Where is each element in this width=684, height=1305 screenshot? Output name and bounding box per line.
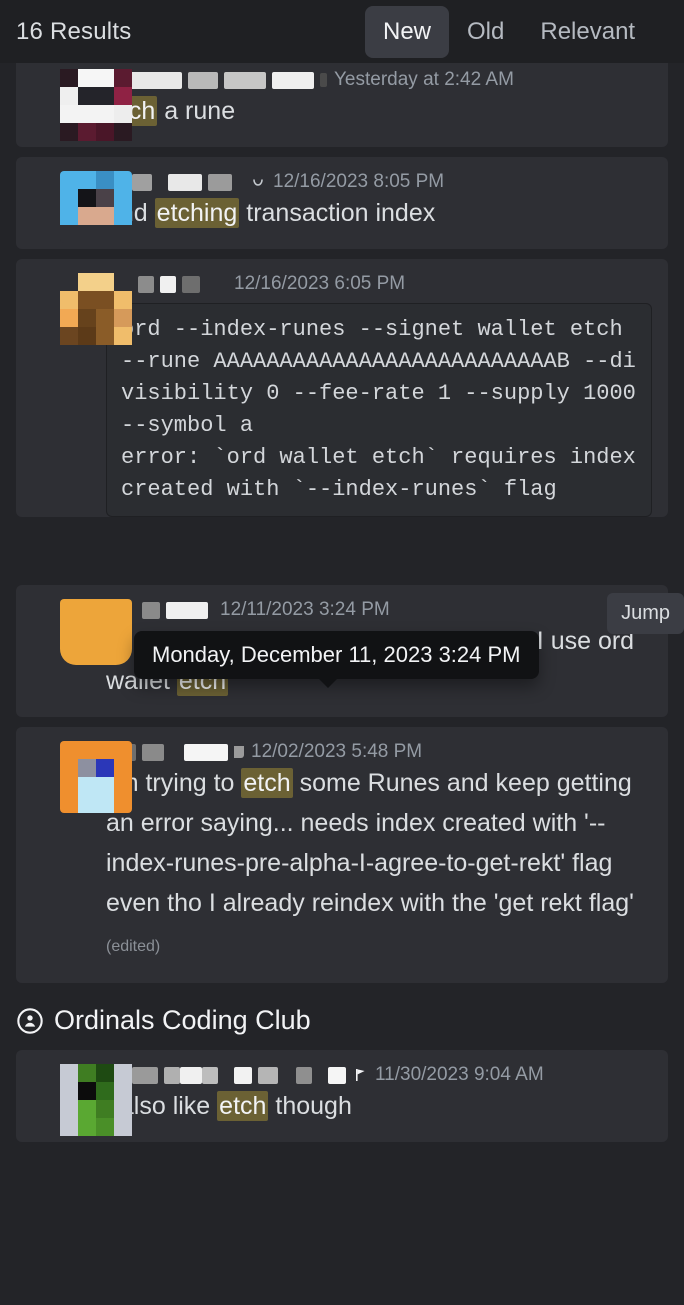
- message-timestamp: 12/16/2023 8:05 PM: [273, 171, 445, 192]
- badge-icon: [234, 746, 244, 758]
- results-count-label: 16 Results: [16, 17, 132, 45]
- username-redacted: [132, 1066, 158, 1084]
- timestamp-tooltip: Monday, December 11, 2023 3:24 PM: [134, 631, 539, 688]
- message-meta: 12/16/2023 8:05 PM: [106, 171, 652, 193]
- search-result-item[interactable]: 12/16/2023 8:05 PM and etching transacti…: [16, 157, 668, 249]
- username-redacted: [258, 1066, 278, 1084]
- channel-group-header: Ordinals Coding Club: [16, 1005, 684, 1036]
- username-redacted: [182, 275, 200, 293]
- username-redacted: [202, 1066, 218, 1084]
- message-text-post: transaction index: [239, 199, 436, 227]
- username-redacted: [224, 71, 266, 89]
- message-timestamp: Yesterday at 2:42 AM: [334, 69, 514, 90]
- edited-label: (edited): [106, 938, 161, 955]
- avatar[interactable]: [60, 273, 132, 345]
- search-results-header: 16 Results New Old Relevant: [0, 0, 684, 63]
- badge-icon: [320, 73, 327, 87]
- username-redacted: [168, 173, 202, 191]
- message-timestamp: 12/11/2023 3:24 PM: [220, 599, 390, 620]
- message-content: I'm trying to etch some Runes and keep g…: [106, 763, 652, 967]
- username-redacted: [328, 1066, 346, 1084]
- message-meta: Yesterday at 2:42 AM: [106, 69, 652, 91]
- username-redacted: [188, 71, 218, 89]
- message-text-post: a rune: [157, 97, 236, 125]
- avatar[interactable]: [60, 69, 132, 141]
- message-content: I also like etch though: [106, 1086, 652, 1126]
- message-content: and etching transaction index: [106, 193, 652, 233]
- avatar[interactable]: [60, 599, 132, 671]
- username-redacted: [164, 1066, 180, 1084]
- sort-tab-old[interactable]: Old: [449, 6, 522, 58]
- message-meta: 12/11/2023 3:24 PM: [106, 599, 652, 621]
- message-content: etch a rune: [106, 91, 652, 131]
- search-term-highlight: etching: [154, 198, 240, 228]
- message-text-post: though: [268, 1092, 352, 1120]
- message-timestamp: 12/16/2023 6:05 PM: [234, 273, 406, 294]
- message-meta: 12/02/2023 5:48 PM: [106, 741, 652, 763]
- sort-tabs: New Old Relevant: [365, 0, 653, 63]
- smiley-badge-icon: [250, 174, 266, 190]
- avatar[interactable]: [60, 171, 132, 243]
- message-meta: 12/16/2023 6:05 PM: [106, 273, 652, 295]
- search-result-item[interactable]: 12/02/2023 5:48 PM I'm trying to etch so…: [16, 727, 668, 983]
- username-redacted: [208, 173, 232, 191]
- search-result-item[interactable]: 11/30/2023 9:04 AM I also like etch thou…: [16, 1050, 668, 1142]
- sort-tab-new[interactable]: New: [365, 5, 450, 58]
- avatar[interactable]: [60, 1064, 132, 1136]
- message-meta: 11/30/2023 9:04 AM: [106, 1064, 652, 1086]
- search-result-item[interactable]: Yesterday at 2:42 AM etch a rune: [16, 63, 668, 147]
- username-redacted: [272, 71, 314, 89]
- username-redacted: [132, 173, 152, 191]
- username-redacted: [166, 601, 208, 619]
- flag-badge-icon: [352, 1067, 368, 1083]
- username-redacted: [296, 1066, 312, 1084]
- stage-channel-icon: [16, 1007, 44, 1035]
- message-timestamp: 11/30/2023 9:04 AM: [375, 1064, 544, 1085]
- username-redacted: [184, 743, 228, 761]
- search-term-highlight: etch: [241, 768, 293, 798]
- search-result-item[interactable]: 12/16/2023 6:05 PM ord --index-runes --s…: [16, 259, 668, 517]
- avatar[interactable]: [60, 741, 132, 813]
- username-redacted: [234, 1066, 252, 1084]
- username-redacted: [130, 71, 182, 89]
- search-results-panel: 16 Results New Old Relevant Yesterday at…: [0, 0, 684, 1305]
- channel-name: Ordinals Coding Club: [54, 1005, 311, 1035]
- sort-tab-relevant[interactable]: Relevant: [522, 6, 653, 58]
- search-term-highlight: etch: [217, 1091, 269, 1121]
- username-redacted: [142, 743, 164, 761]
- jump-button[interactable]: Jump: [607, 593, 684, 634]
- message-timestamp: 12/02/2023 5:48 PM: [251, 741, 423, 762]
- username-redacted: [142, 601, 160, 619]
- search-results-list[interactable]: Yesterday at 2:42 AM etch a rune: [0, 63, 684, 1152]
- username-redacted: [138, 275, 154, 293]
- username-redacted: [160, 275, 176, 293]
- username-redacted: [180, 1066, 202, 1084]
- code-block: ord --index-runes --signet wallet etch -…: [106, 303, 652, 517]
